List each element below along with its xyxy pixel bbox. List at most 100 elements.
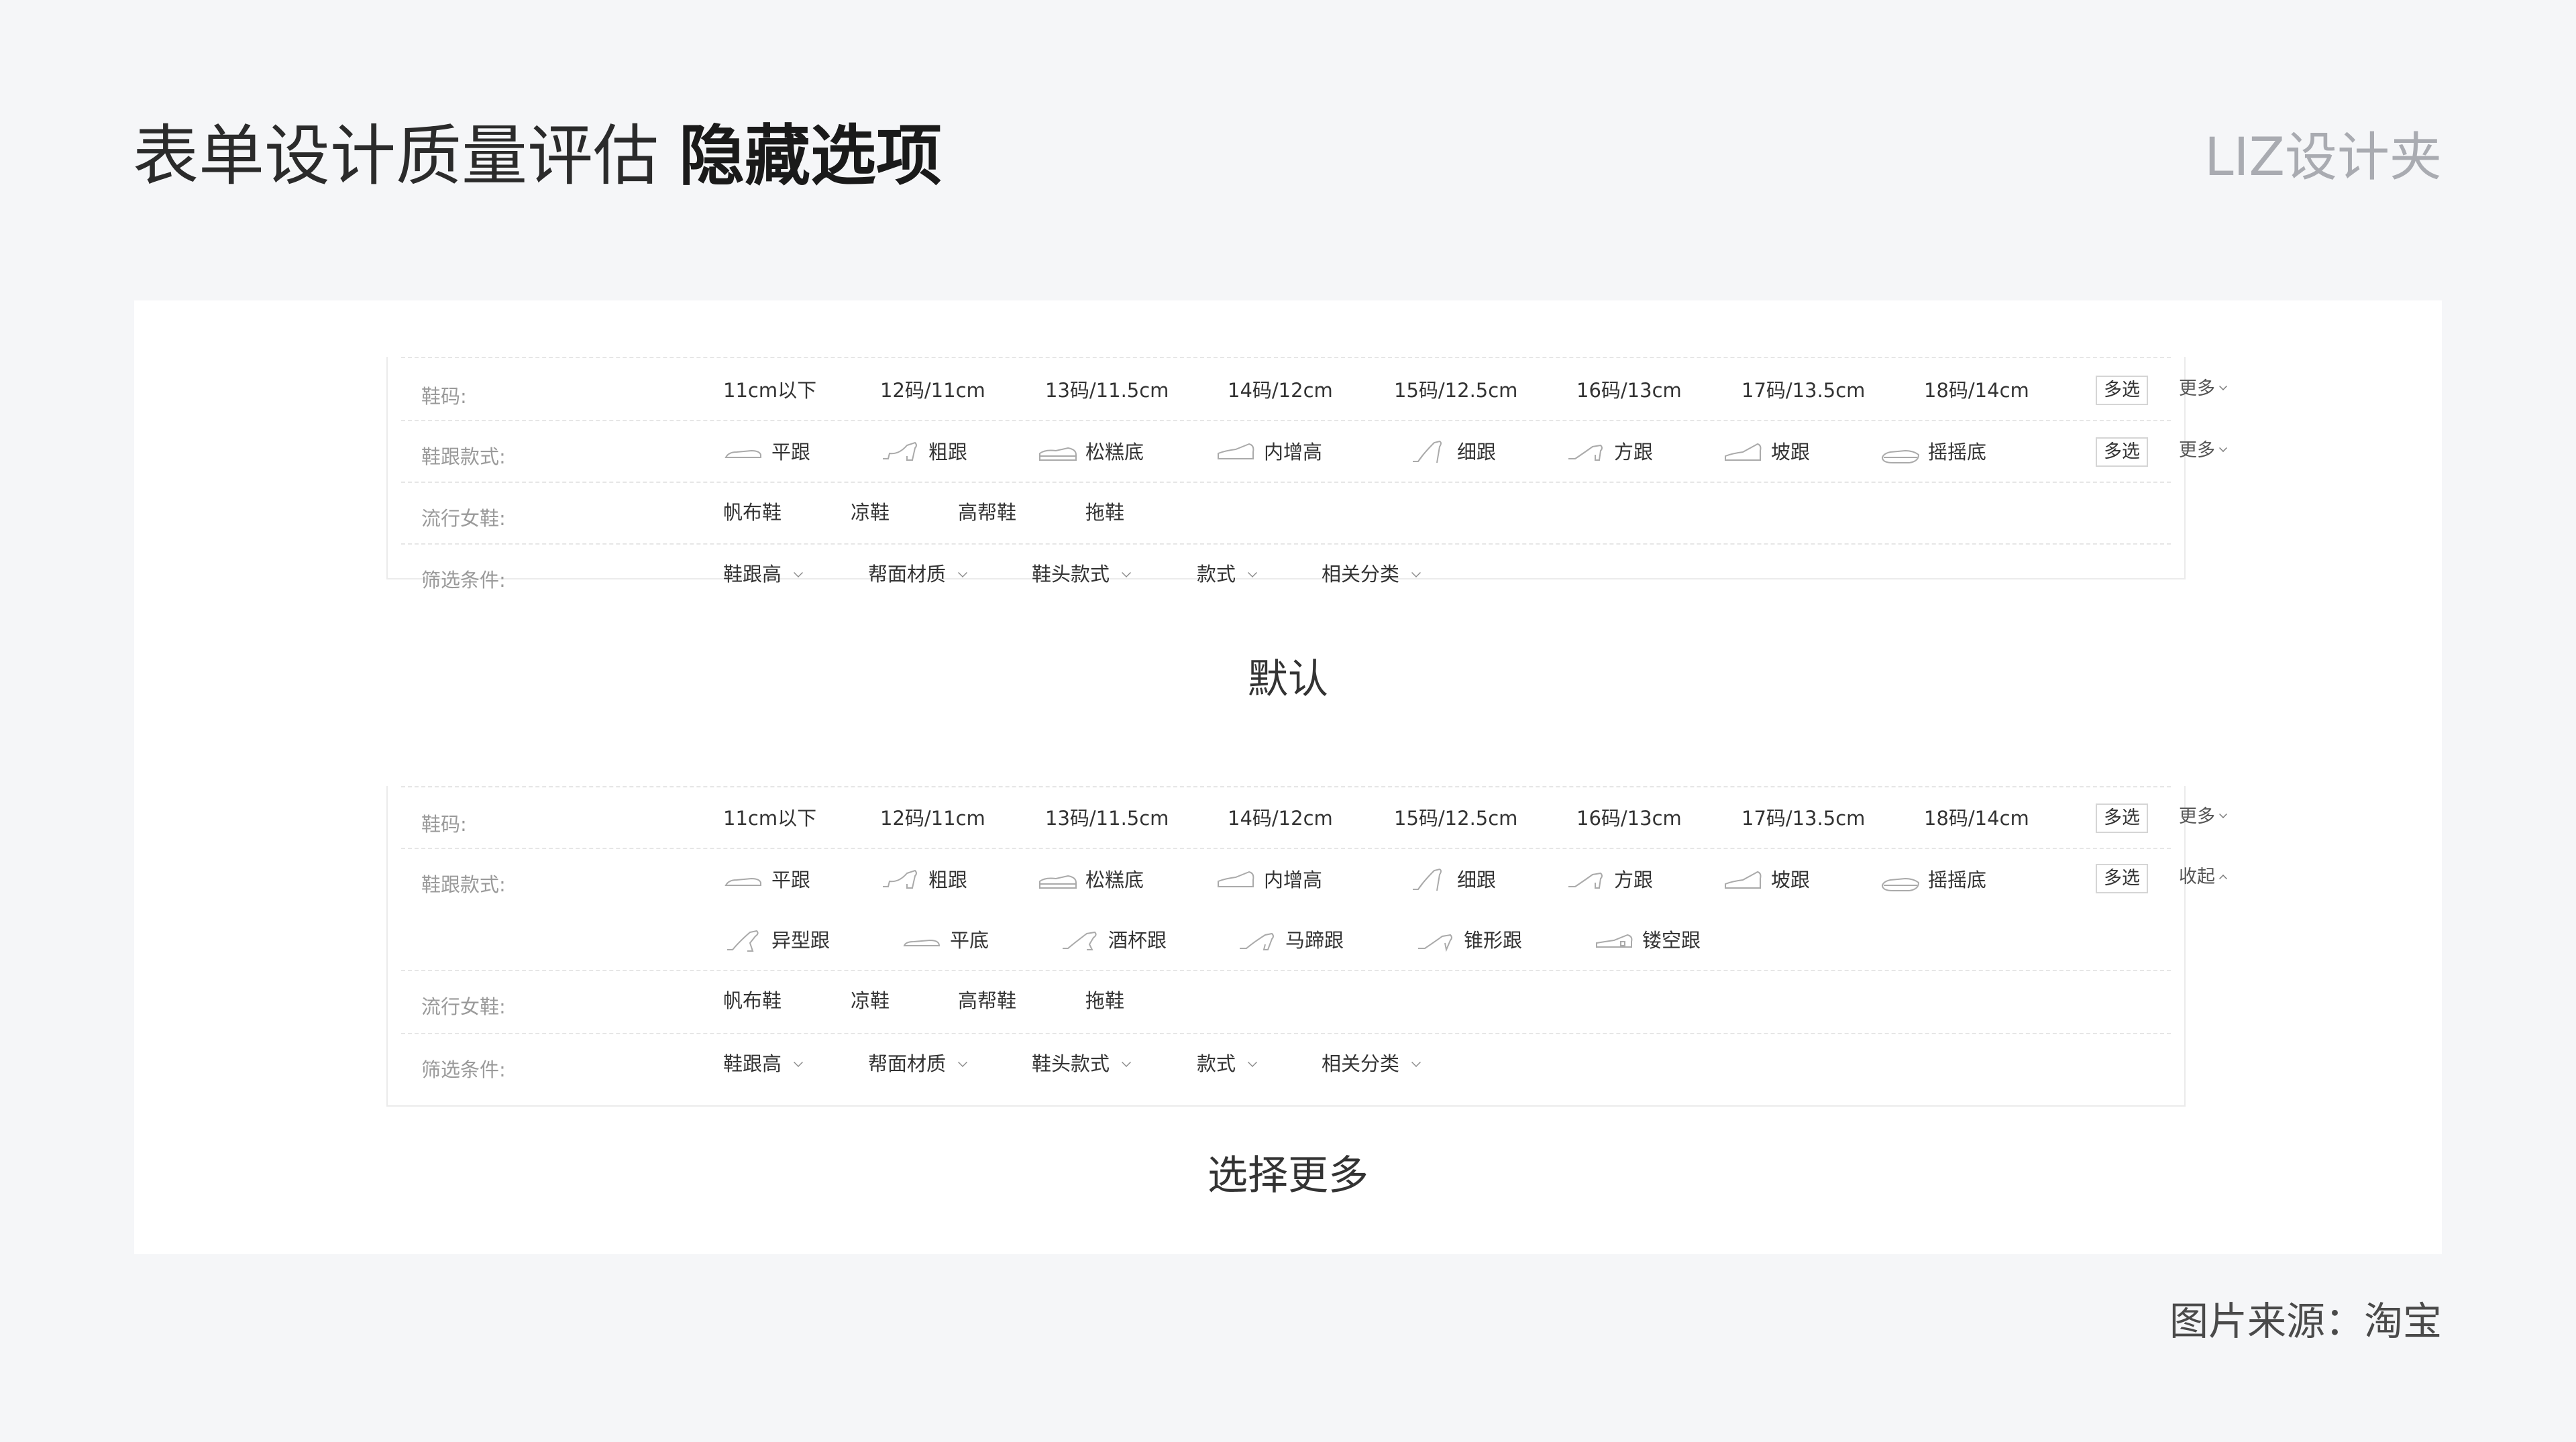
heel-option[interactable]: 坡跟	[1723, 437, 1810, 465]
condition-dropdown[interactable]: 鞋头款式	[1032, 561, 1131, 588]
heel-option[interactable]: 摇摇底	[1880, 437, 1986, 465]
size-option[interactable]: 12码/11cm	[880, 805, 985, 832]
size-option[interactable]: 17码/13.5cm	[1741, 377, 1865, 404]
condition-label: 帮面材质	[868, 563, 947, 586]
heel-option[interactable]: 坡跟	[1723, 865, 1810, 893]
page-title: 表单设计质量评估 隐藏选项	[133, 113, 942, 200]
size-option[interactable]: 11cm以下	[723, 805, 816, 832]
collapse-button[interactable]: 收起	[2179, 864, 2227, 891]
slide: 表单设计质量评估 隐藏选项 LIZ设计夹 鞋码: 11cm以下 12码/11cm …	[0, 0, 2576, 1442]
popular-option[interactable]: 高帮鞋	[958, 499, 1016, 526]
heel-option[interactable]: 松糕底	[1037, 437, 1144, 465]
condition-label: 鞋跟高	[723, 563, 782, 586]
filter-row-popular: 流行女鞋: 帆布鞋 凉鞋 高帮鞋 拖鞋	[401, 970, 2171, 1033]
heel-option-label: 摇摇底	[1928, 869, 1987, 891]
heel-option-label: 异型跟	[771, 929, 830, 952]
heel-option[interactable]: 细跟	[1409, 437, 1496, 465]
chevron-down-icon	[794, 1058, 803, 1067]
size-option[interactable]: 14码/12cm	[1228, 805, 1333, 832]
size-option[interactable]: 18码/14cm	[1924, 377, 2029, 404]
title-highlight: 隐藏选项	[679, 118, 943, 195]
size-option[interactable]: 16码/13cm	[1576, 805, 1682, 832]
size-option[interactable]: 11cm以下	[723, 377, 816, 404]
heel-option[interactable]: 松糕底	[1037, 865, 1144, 893]
popular-option[interactable]: 拖鞋	[1085, 987, 1124, 1014]
popular-option[interactable]: 凉鞋	[851, 499, 890, 526]
condition-label: 款式	[1197, 563, 1236, 586]
hollow-heel-shoe-icon	[1594, 927, 1634, 954]
heel-option-label: 方跟	[1614, 441, 1654, 463]
popular-option[interactable]: 帆布鞋	[723, 987, 782, 1014]
heel-option[interactable]: 酒杯跟	[1060, 926, 1167, 954]
heel-option[interactable]: 内增高	[1216, 437, 1322, 465]
heel-option-label: 平跟	[771, 441, 811, 463]
more-label: 更多	[2179, 440, 2215, 461]
more-button[interactable]: 更多	[2179, 803, 2227, 830]
size-option[interactable]: 12码/11cm	[880, 377, 985, 404]
heel-option-label: 松糕底	[1085, 869, 1144, 891]
size-option[interactable]: 18码/14cm	[1924, 805, 2029, 832]
wedge-shoe-icon	[1723, 867, 1763, 893]
heel-option[interactable]: 平底	[902, 926, 989, 954]
irregular-heel-shoe-icon	[723, 927, 763, 954]
size-option[interactable]: 15码/12.5cm	[1394, 377, 1517, 404]
condition-dropdown[interactable]: 帮面材质	[868, 1050, 967, 1077]
popular-option[interactable]: 凉鞋	[851, 987, 890, 1014]
cone-heel-shoe-icon	[1415, 927, 1456, 954]
condition-dropdown[interactable]: 鞋头款式	[1032, 1050, 1131, 1077]
condition-dropdown[interactable]: 款式	[1197, 561, 1257, 588]
heel-option[interactable]: 粗跟	[880, 437, 967, 465]
size-option[interactable]: 17码/13.5cm	[1741, 805, 1865, 832]
heel-option[interactable]: 马蹄跟	[1237, 926, 1344, 954]
multi-select-button[interactable]: 多选	[2096, 864, 2148, 893]
heel-option[interactable]: 平跟	[723, 865, 810, 893]
row-label: 鞋跟款式:	[421, 873, 506, 896]
size-option[interactable]: 13码/11.5cm	[1045, 805, 1169, 832]
heel-option-label: 细跟	[1457, 441, 1497, 463]
more-label: 更多	[2179, 806, 2215, 827]
heel-option[interactable]: 平跟	[723, 437, 810, 465]
condition-dropdown[interactable]: 相关分类	[1322, 561, 1421, 588]
heel-option[interactable]: 异型跟	[723, 926, 830, 954]
size-option[interactable]: 16码/13cm	[1576, 377, 1682, 404]
popular-option[interactable]: 拖鞋	[1085, 499, 1124, 526]
heel-option[interactable]: 摇摇底	[1880, 865, 1986, 893]
row-label: 筛选条件:	[421, 1058, 506, 1081]
wedge-shoe-icon	[1723, 439, 1763, 465]
heel-option[interactable]: 镂空跟	[1594, 926, 1701, 954]
filter-row-conditions: 筛选条件: 鞋跟高 帮面材质 鞋头款式 款式 相关分类	[401, 1033, 2171, 1105]
heel-option[interactable]: 方跟	[1566, 437, 1653, 465]
multi-select-button[interactable]: 多选	[2096, 437, 2148, 467]
chevron-down-icon	[2219, 382, 2227, 390]
chevron-down-icon	[1248, 1058, 1257, 1067]
filter-row-size: 鞋码: 11cm以下 12码/11cm 13码/11.5cm 14码/12cm …	[401, 786, 2227, 848]
size-option[interactable]: 15码/12.5cm	[1394, 805, 1517, 832]
condition-dropdown[interactable]: 鞋跟高	[723, 1050, 803, 1077]
popular-option[interactable]: 高帮鞋	[958, 987, 1016, 1014]
condition-dropdown[interactable]: 款式	[1197, 1050, 1257, 1077]
heel-option-label: 摇摇底	[1928, 441, 1987, 463]
condition-label: 款式	[1197, 1052, 1236, 1075]
condition-dropdown[interactable]: 帮面材质	[868, 561, 967, 588]
filter-panel-expanded: 鞋码: 11cm以下 12码/11cm 13码/11.5cm 14码/12cm …	[386, 786, 2227, 1107]
heel-option[interactable]: 粗跟	[880, 865, 967, 893]
size-option[interactable]: 14码/12cm	[1228, 377, 1333, 404]
more-button[interactable]: 更多	[2179, 376, 2227, 402]
multi-select-button[interactable]: 多选	[2096, 803, 2148, 833]
heel-option[interactable]: 细跟	[1409, 865, 1496, 893]
heel-option[interactable]: 锥形跟	[1415, 926, 1522, 954]
multi-select-button[interactable]: 多选	[2096, 376, 2148, 405]
condition-dropdown[interactable]: 相关分类	[1322, 1050, 1421, 1077]
heel-option[interactable]: 方跟	[1566, 865, 1653, 893]
chevron-down-icon	[1122, 568, 1131, 577]
chevron-down-icon	[958, 1058, 967, 1067]
rocker-sole-shoe-icon	[1880, 867, 1920, 893]
more-button[interactable]: 更多	[2179, 437, 2227, 464]
heel-option-label: 坡跟	[1771, 441, 1811, 463]
popular-option[interactable]: 帆布鞋	[723, 499, 782, 526]
heel-option[interactable]: 内增高	[1216, 865, 1322, 893]
image-source-note: 图片来源：淘宝	[2169, 1298, 2442, 1344]
heel-option-label: 松糕底	[1085, 441, 1144, 463]
size-option[interactable]: 13码/11.5cm	[1045, 377, 1169, 404]
condition-dropdown[interactable]: 鞋跟高	[723, 561, 803, 588]
